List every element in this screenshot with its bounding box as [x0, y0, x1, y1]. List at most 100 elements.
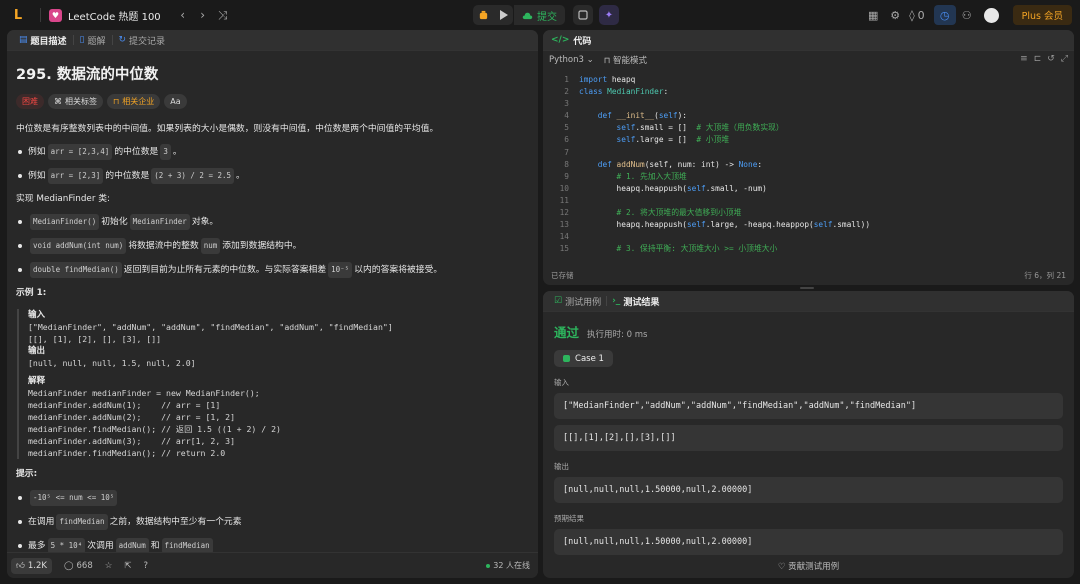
- code-line: 1 import heapq: [543, 74, 1074, 86]
- streak-count: 0: [917, 8, 925, 22]
- avatar[interactable]: [983, 7, 999, 23]
- input-value: [[],[1],[2],[],[3],[]]: [554, 425, 1063, 451]
- code-token: heapq.heappush(: [579, 220, 687, 230]
- text: 返回到目前为止所有元素的中位数。与实际答案相差: [123, 265, 327, 275]
- submit-button[interactable]: 提交: [513, 5, 565, 25]
- code-token: class: [579, 87, 603, 97]
- line-number: 15: [559, 244, 569, 254]
- like-button[interactable]: 👍︎ 1.2K: [11, 557, 52, 574]
- help-icon[interactable]: ?: [143, 561, 148, 571]
- code-token: MedianFinder: [602, 87, 664, 97]
- language-select[interactable]: Python3 ⌄: [549, 55, 594, 65]
- timer-icon[interactable]: ◷: [933, 5, 956, 25]
- solutions-icon: ▯: [79, 35, 85, 45]
- line-number: 6: [564, 135, 569, 145]
- code-token: self: [579, 135, 636, 145]
- heart-icon: ♡: [777, 562, 786, 572]
- contribute-label: 贡献测试用例: [788, 562, 840, 572]
- submit-label: 提交: [537, 11, 557, 23]
- ai-sparkle-icon[interactable]: ✦: [599, 5, 619, 25]
- runtime-text: 执行用时: 0 ms: [587, 330, 648, 340]
- tab-test-result[interactable]: ›_ 测试结果: [607, 295, 664, 308]
- contribute-testcase-button[interactable]: ♡ 贡献测试用例: [543, 560, 1074, 572]
- tab-submissions[interactable]: ↻ 提交记录: [113, 34, 172, 47]
- problem-description: 中位数是有序整数列表中的中间值。如果列表的大小是偶数，则没有中间值，中位数是两个…: [16, 122, 529, 554]
- format-icon[interactable]: ≡: [1020, 54, 1028, 64]
- comments-button[interactable]: ◯ 668: [64, 561, 93, 571]
- example-output-line: [null, null, null, 1.5, null, 2.0]: [28, 358, 196, 368]
- example-explain-label: 解释: [28, 376, 46, 386]
- bookmark-icon[interactable]: ⊏: [1034, 54, 1042, 64]
- problem-bottom-bar: 👍︎ 1.2K ◯ 668 ☆ ⇱ ? 32 人在线: [7, 552, 538, 578]
- code-toolbar: Python3 ⌄ ⊓ 智能模式: [543, 51, 1074, 69]
- prev-problem-button[interactable]: ‹: [173, 8, 193, 22]
- line-number: 7: [564, 147, 569, 157]
- leetcode-logo-icon[interactable]: L: [10, 7, 26, 23]
- companies-button[interactable]: ⊓ 相关企业: [107, 94, 161, 109]
- verdict-row: 通过 执行用时: 0 ms: [554, 322, 1063, 341]
- case-tab[interactable]: Case 1: [554, 350, 613, 367]
- example-input-line: [[], [1], [2], [], [3], []]: [28, 334, 162, 344]
- inline-code: void addNum(int num): [30, 238, 127, 254]
- list-item: 例如 arr = [2,3] 的中位数是 (2 + 3) / 2 = 2.5 。: [16, 168, 529, 184]
- line-number: 1: [564, 75, 569, 84]
- streak-icon[interactable]: ◊ 0: [906, 5, 927, 25]
- inline-code: 10⁻⁵: [328, 262, 353, 278]
- run-button[interactable]: [493, 5, 513, 25]
- online-status: 32 人在线: [486, 560, 530, 571]
- example-explain-line: medianFinder.addNum(2); // arr = [1, 2]: [28, 412, 236, 422]
- example-output-label: 输出: [28, 346, 46, 356]
- cursor-position: 行 6，列 21: [1024, 270, 1066, 280]
- top-bar: L ♥ LeetCode 热题 100 ‹ › ⤨ 提交 ✦ ▦ ⚙ ◊ 0 ◷…: [0, 0, 1080, 30]
- code-status-bar: 已存储 行 6，列 21: [543, 265, 1074, 285]
- pass-check-icon: [563, 355, 571, 362]
- line-number: 4: [564, 111, 569, 121]
- code-panel: </> 代码 Python3 ⌄ ⊓ 智能模式 ≡ ⊏ ↺ ⤢ 1 import …: [543, 30, 1074, 285]
- tab-label: 提交记录: [129, 36, 166, 47]
- debug-icon[interactable]: [473, 5, 493, 25]
- code-panel-title: 代码: [573, 36, 592, 47]
- related-tags-button[interactable]: ⌘ 相关标签: [48, 94, 103, 109]
- plus-membership-button[interactable]: Plus 会员: [1012, 5, 1072, 25]
- font-size-button[interactable]: Aa: [164, 94, 187, 109]
- problem-list-title[interactable]: LeetCode 热题 100: [68, 8, 161, 23]
- layout-icon[interactable]: ▦: [862, 5, 884, 25]
- note-icon[interactable]: [573, 5, 593, 25]
- expand-icon[interactable]: ⤢: [1061, 54, 1068, 64]
- smart-mode-toggle[interactable]: ⊓ 智能模式: [604, 54, 647, 66]
- lock-icon: ⊓: [113, 97, 120, 106]
- tab-testcase[interactable]: ☑ 测试用例: [549, 295, 606, 308]
- case-label: Case 1: [575, 353, 604, 364]
- code-line: 15 # 3. 保持平衡: 大顶堆大小 >= 小顶堆大小: [543, 243, 1074, 255]
- code-token: self: [579, 123, 636, 133]
- online-dot-icon: [486, 563, 491, 568]
- gear-icon[interactable]: ⚙: [884, 5, 906, 25]
- example-explain-line: medianFinder.findMedian(); // return 2.0: [28, 448, 226, 458]
- tab-description[interactable]: ▤ 题目描述: [13, 34, 73, 47]
- code-icon: </>: [551, 35, 570, 45]
- next-problem-button[interactable]: ›: [193, 8, 213, 22]
- divider: [40, 8, 41, 22]
- inline-code: -10⁵ <= num <= 10⁵: [30, 490, 118, 506]
- code-panel-header: </> 代码: [543, 30, 1074, 51]
- example-block: 输入 ["MedianFinder", "addNum", "addNum", …: [17, 309, 529, 459]
- problem-panel: ▤ 题目描述 ▯ 题解 ↻ 提交记录 295. 数据流的中位数 困难 ⌘ 相关标签…: [7, 30, 538, 578]
- inline-code: MedianFinder(): [30, 214, 100, 230]
- code-line: 10 heapq.heappush(self .small, -num): [543, 183, 1074, 195]
- code-token: addNum: [611, 159, 645, 169]
- heart-icon: ♥: [49, 8, 62, 22]
- star-icon[interactable]: ☆: [105, 561, 113, 571]
- tab-solutions[interactable]: ▯ 题解: [74, 34, 112, 47]
- code-token: self: [813, 220, 833, 230]
- code-line: 9 # 1. 先加入大顶堆: [543, 171, 1074, 183]
- code-editor[interactable]: 1 import heapq 2 class MedianFinder: 3 4 def …: [543, 74, 1074, 262]
- panel-resize-handle[interactable]: [800, 287, 814, 289]
- inline-code: double findMedian(): [30, 262, 122, 278]
- add-friend-icon[interactable]: ⚇: [956, 5, 978, 25]
- share-icon[interactable]: ⇱: [124, 561, 131, 571]
- line-number: 12: [559, 208, 569, 218]
- shuffle-icon[interactable]: ⤨: [213, 8, 233, 23]
- code-token: .large = []: [635, 135, 697, 145]
- reset-icon[interactable]: ↺: [1047, 54, 1055, 64]
- inline-code: arr = [2,3]: [47, 168, 104, 184]
